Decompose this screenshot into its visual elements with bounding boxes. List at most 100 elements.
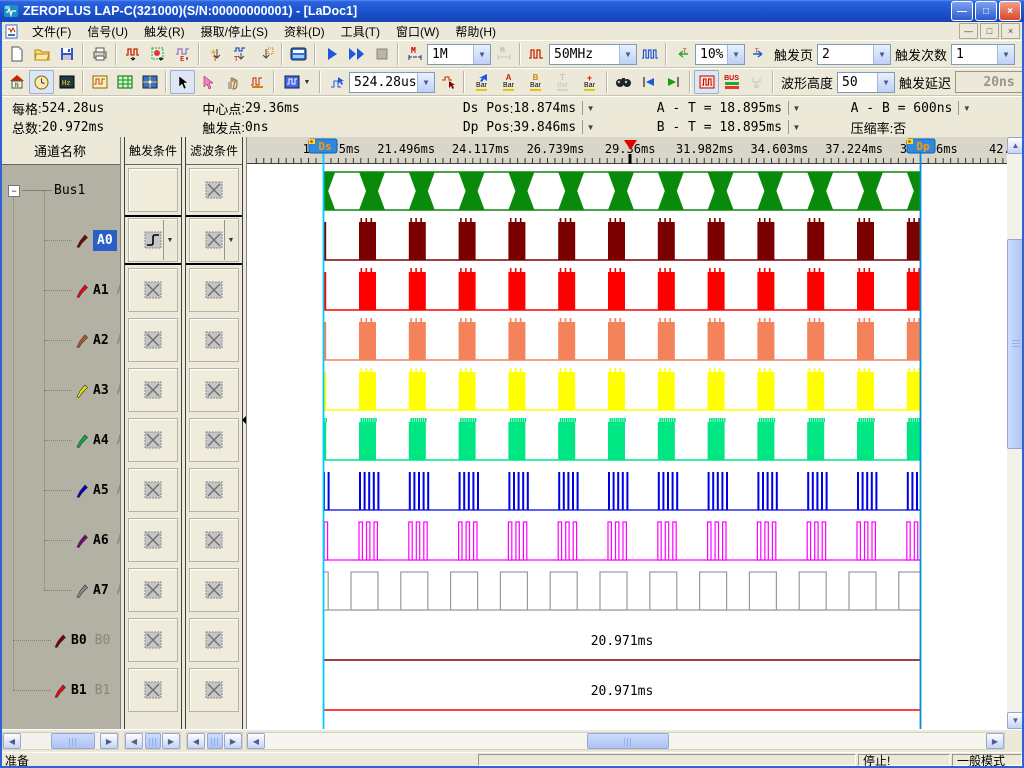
- channel-row-A4[interactable]: A4A4: [0, 415, 120, 465]
- run-repeat-button[interactable]: [344, 42, 369, 66]
- waveform-window-button[interactable]: [87, 70, 112, 94]
- filter-condition-cell-A3[interactable]: [186, 365, 242, 415]
- channel-row-B0[interactable]: B0B0: [0, 615, 120, 665]
- channel-row-A0[interactable]: A0A0: [0, 215, 120, 265]
- open-file-button[interactable]: [29, 42, 54, 66]
- bus-label[interactable]: Bus1: [54, 183, 85, 198]
- channel-alias-label[interactable]: A1: [117, 283, 120, 298]
- scroll-thumb[interactable]: [207, 733, 223, 749]
- bar-trigger-t-icon[interactable]: [253, 42, 278, 66]
- chevron-down-icon[interactable]: ▼: [877, 73, 894, 92]
- channel-row-Bus1[interactable]: − Bus1: [0, 165, 120, 215]
- scroll-left-icon[interactable]: ◀: [187, 733, 205, 749]
- goto-a-bar-button[interactable]: ABar: [495, 70, 522, 94]
- filter-condition-cell-Bus1[interactable]: [186, 165, 242, 215]
- channel-row-A1[interactable]: A1 A1: [0, 265, 120, 315]
- trigger-condition-cell-A0[interactable]: ▼: [125, 215, 181, 265]
- document-icon[interactable]: [4, 24, 19, 39]
- channel-alias-label[interactable]: A5: [117, 483, 120, 498]
- tree-collapse-icon[interactable]: −: [8, 185, 20, 197]
- trigger-condition-cell-A6[interactable]: [125, 515, 181, 565]
- waveform-mode-icon[interactable]: [637, 42, 662, 66]
- memory-depth-icon[interactable]: M: [402, 42, 427, 66]
- trigger-panel-scrollbar[interactable]: ◀ ▶: [124, 732, 181, 750]
- stop-button[interactable]: [369, 42, 394, 66]
- scroll-right-icon[interactable]: ▶: [986, 733, 1004, 749]
- pre-trigger-icon[interactable]: T: [670, 42, 695, 66]
- dp-pos-dropdown[interactable]: ▼: [582, 120, 598, 134]
- scroll-thumb[interactable]: [51, 733, 95, 749]
- channel-id-label[interactable]: B1: [71, 683, 87, 698]
- trigger-condition-cell-B1[interactable]: [125, 665, 181, 715]
- menu-tools[interactable]: 工具(T): [333, 22, 388, 41]
- save-button[interactable]: [54, 42, 79, 66]
- new-file-button[interactable]: [4, 42, 29, 66]
- menu-window[interactable]: 窗口(W): [388, 22, 447, 41]
- trigger-count-combo[interactable]: 1▼: [951, 44, 1015, 65]
- a-t-dropdown[interactable]: ▼: [788, 101, 804, 115]
- channel-row-A6[interactable]: A6 A6: [0, 515, 120, 565]
- dp-flag-icon[interactable]: Dp: [907, 139, 935, 153]
- channel-id-label[interactable]: B0: [71, 633, 87, 648]
- channel-id-label[interactable]: A3: [93, 383, 109, 398]
- hand-pan-button[interactable]: [220, 70, 245, 94]
- channel-row-A3[interactable]: A3A3: [0, 365, 120, 415]
- bar-trigger-b-icon[interactable]: T: [228, 42, 253, 66]
- chevron-down-icon[interactable]: ▼: [727, 45, 744, 64]
- trigger-page-combo[interactable]: 2▼: [817, 44, 891, 65]
- mdi-minimize-button[interactable]: —: [959, 23, 978, 39]
- filter-condition-cell-A7[interactable]: [186, 565, 242, 615]
- scroll-left-icon[interactable]: ◀: [125, 733, 143, 749]
- scroll-thumb[interactable]: [145, 733, 161, 749]
- wave-height-combo[interactable]: 50▼: [837, 72, 895, 93]
- goto-bar-button[interactable]: Bar: [468, 70, 495, 94]
- close-button[interactable]: ×: [999, 1, 1021, 21]
- chevron-down-icon[interactable]: ▼: [473, 45, 490, 64]
- ds-pos-dropdown[interactable]: ▼: [582, 101, 598, 115]
- home-view-button[interactable]: N: [4, 70, 29, 94]
- goto-next-button[interactable]: [661, 70, 686, 94]
- channel-alias-label[interactable]: A6: [117, 533, 120, 548]
- bus-analysis-button[interactable]: [286, 42, 311, 66]
- filter-condition-cell-B1[interactable]: [186, 665, 242, 715]
- trigger-condition-cell-A1[interactable]: [125, 265, 181, 315]
- chevron-down-icon[interactable]: ▼: [997, 45, 1014, 64]
- scroll-thumb[interactable]: [587, 733, 669, 749]
- menu-data[interactable]: 资料(D): [276, 22, 333, 41]
- channel-id-label[interactable]: A6: [93, 533, 109, 548]
- listing-window-button[interactable]: [112, 70, 137, 94]
- scroll-left-icon[interactable]: ◀: [247, 733, 265, 749]
- trigger-condition-cell-A3[interactable]: [125, 365, 181, 415]
- b-t-dropdown[interactable]: ▼: [788, 120, 804, 134]
- run-button[interactable]: [319, 42, 344, 66]
- find-button[interactable]: [611, 70, 636, 94]
- scroll-left-icon[interactable]: ◀: [3, 733, 21, 749]
- chevron-down-icon[interactable]: ▼: [304, 79, 311, 86]
- trigger-condition-cell-A2[interactable]: [125, 315, 181, 365]
- menu-acquire[interactable]: 摄取/停止(S): [193, 22, 276, 41]
- channel-panel-scrollbar[interactable]: ◀ ▶: [2, 732, 119, 750]
- zoom-combo[interactable]: 524.28us▼: [349, 72, 435, 93]
- channel-row-A5[interactable]: A5A5: [0, 465, 120, 515]
- scroll-right-icon[interactable]: ▶: [100, 733, 118, 749]
- ds-flag-icon[interactable]: Ds: [309, 139, 337, 153]
- marker-cursor-button[interactable]: [195, 70, 220, 94]
- chevron-down-icon[interactable]: ▼: [163, 220, 176, 260]
- mdi-restore-button[interactable]: □: [980, 23, 999, 39]
- frequency-view-button[interactable]: Hz: [54, 70, 79, 94]
- waveform-display-combo-button[interactable]: ▼: [278, 70, 316, 94]
- chevron-down-icon[interactable]: ▼: [417, 73, 434, 92]
- menu-trigger[interactable]: 触发(R): [136, 22, 193, 41]
- noise-filter-button[interactable]: [694, 70, 719, 94]
- channel-alias-label[interactable]: A4: [117, 433, 120, 448]
- trigger-condition-cell-B0[interactable]: [125, 615, 181, 665]
- statistics-button[interactable]: [245, 70, 270, 94]
- filter-condition-cell-A6[interactable]: [186, 515, 242, 565]
- mdi-close-button[interactable]: ×: [1001, 23, 1020, 39]
- chevron-down-icon[interactable]: ▼: [224, 220, 237, 260]
- channel-alias-label[interactable]: A2: [117, 333, 120, 348]
- menu-file[interactable]: 文件(F): [24, 22, 79, 41]
- channel-alias-label[interactable]: B1: [95, 683, 111, 698]
- chevron-down-icon[interactable]: ▼: [619, 45, 636, 64]
- channel-id-label[interactable]: A1: [93, 283, 109, 298]
